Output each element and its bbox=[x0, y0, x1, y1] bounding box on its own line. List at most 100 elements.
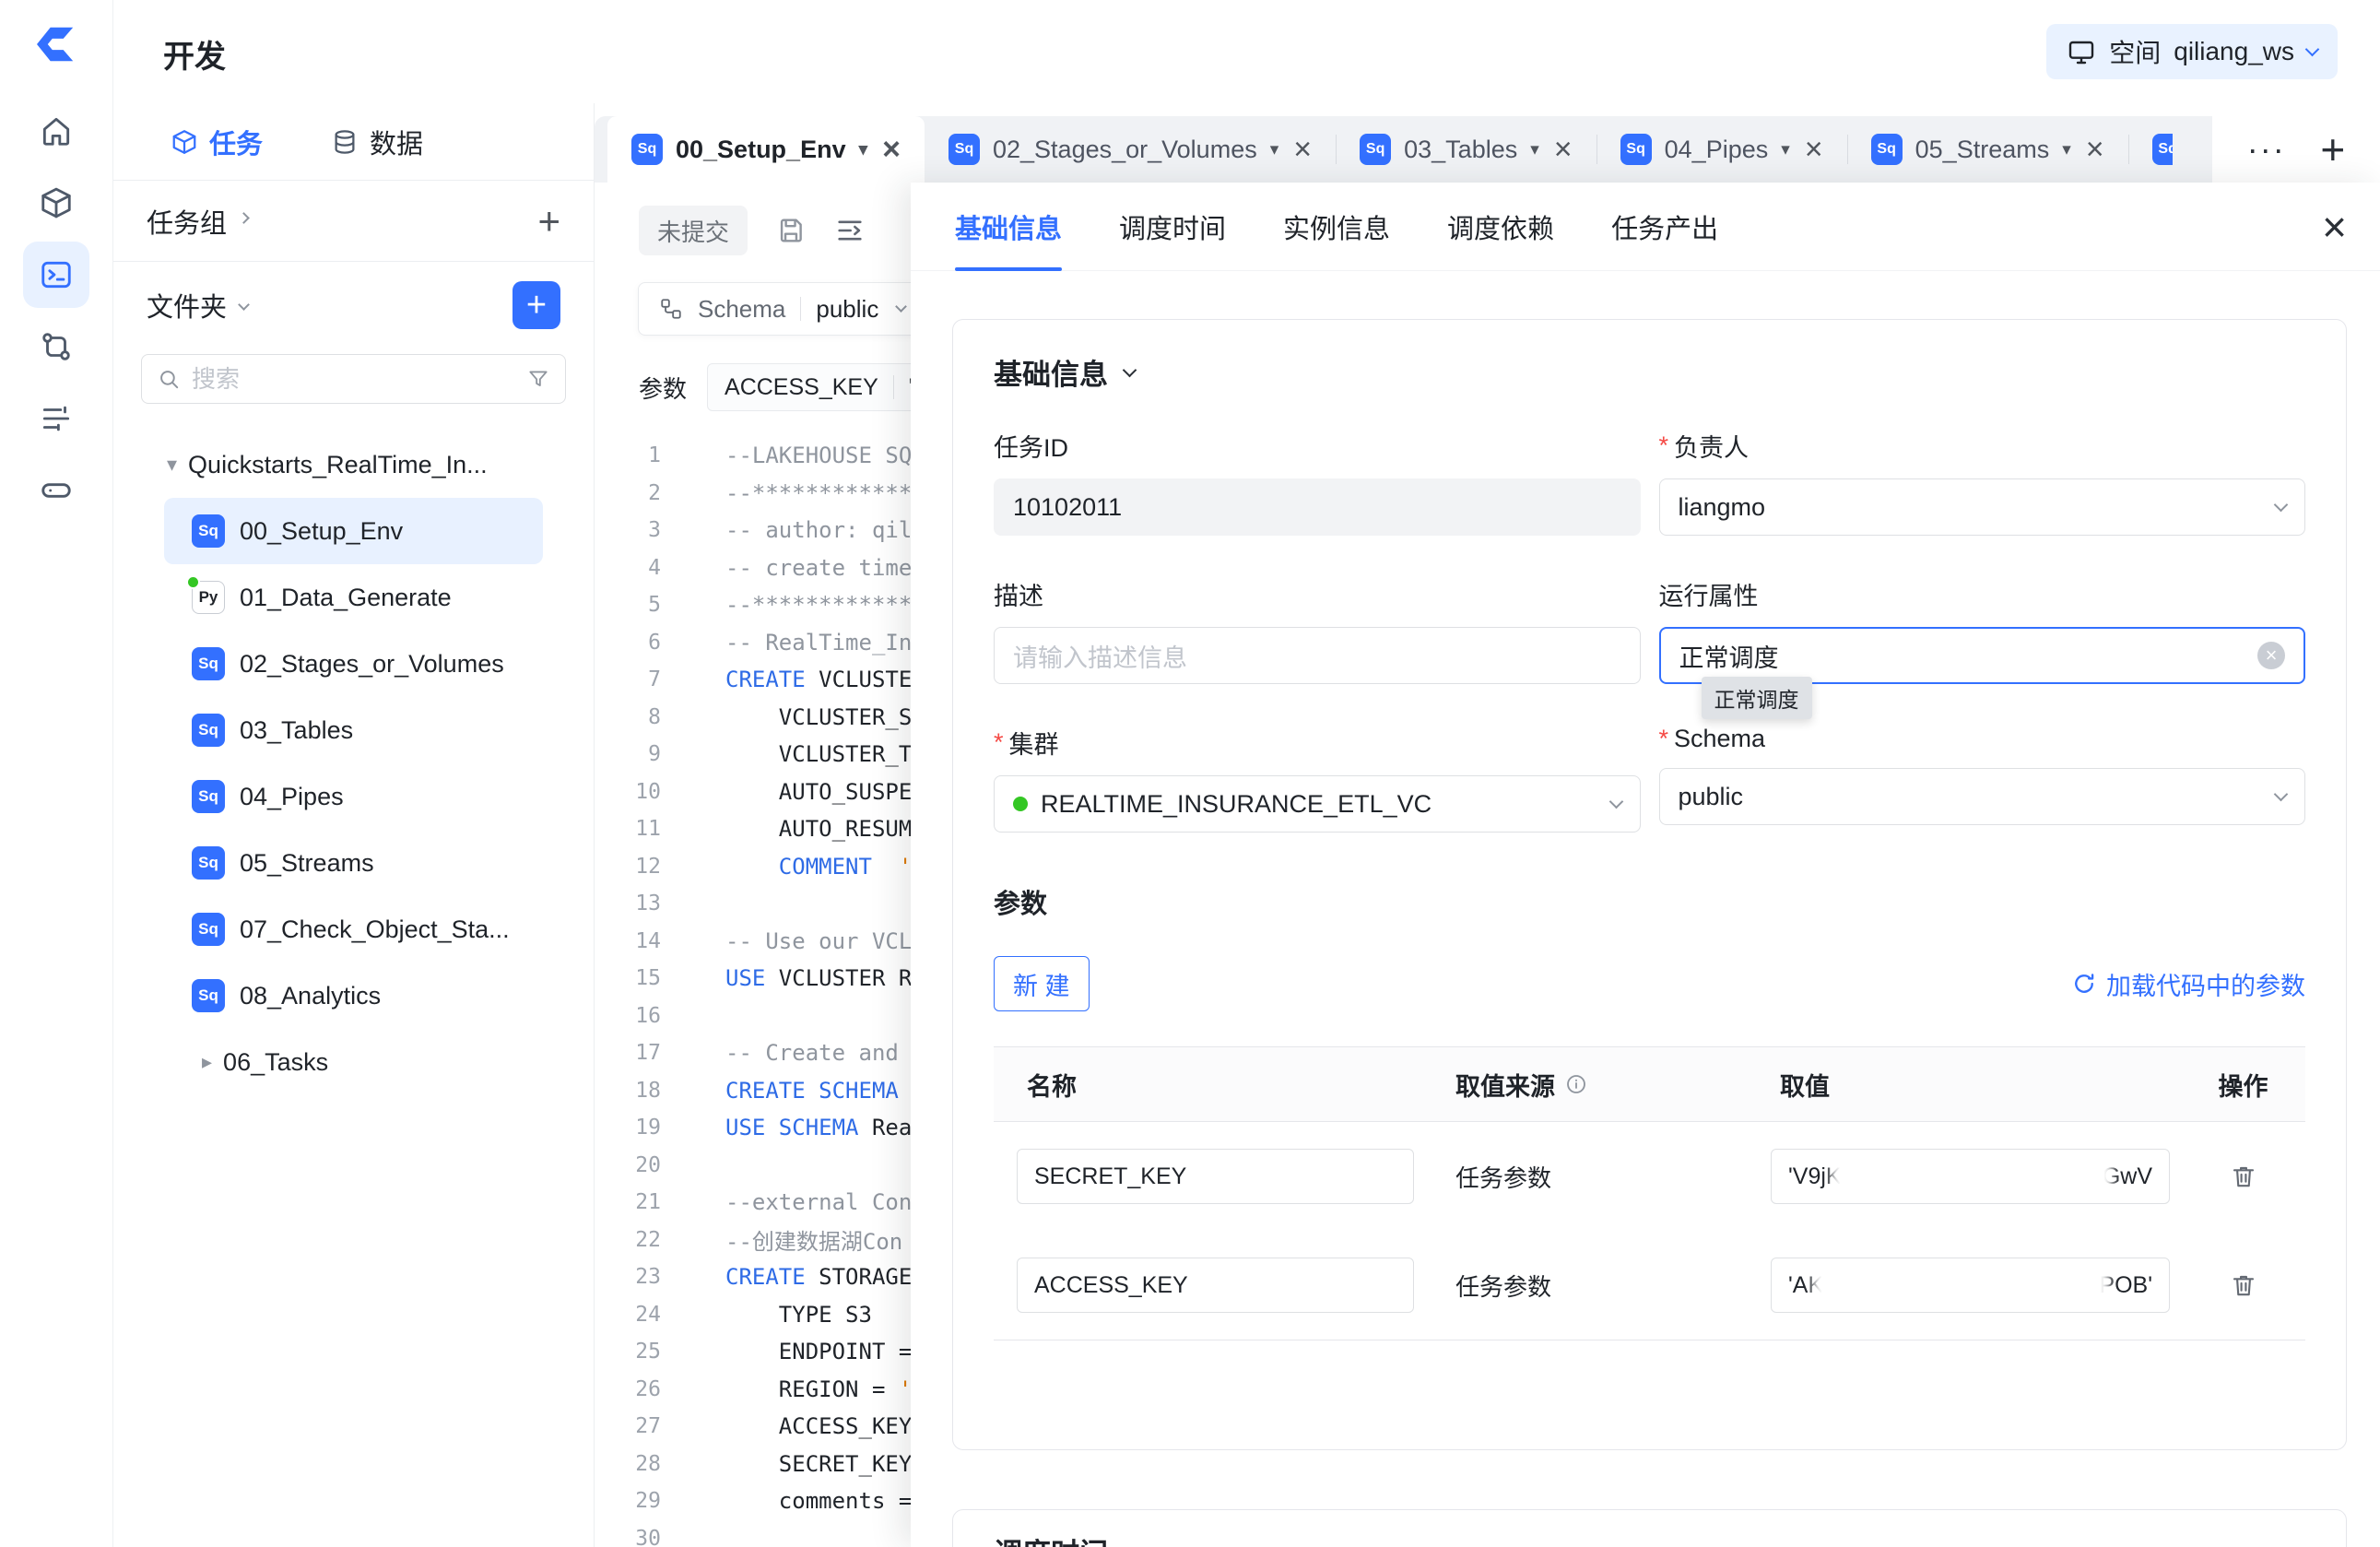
chevron-down-icon bbox=[2274, 497, 2289, 512]
tree-root-item[interactable]: ▾Quickstarts_RealTime_In... bbox=[113, 431, 594, 498]
close-panel-icon[interactable]: × bbox=[2322, 183, 2347, 271]
clear-input-icon[interactable]: × bbox=[2257, 642, 2285, 669]
delete-param-icon[interactable] bbox=[2229, 1270, 2258, 1300]
close-tab-icon[interactable]: × bbox=[882, 134, 901, 165]
panel-tab[interactable]: 实例信息 bbox=[1283, 183, 1390, 271]
caret-down-icon[interactable]: ▾ bbox=[1530, 139, 1539, 160]
param-name-input[interactable]: SECRET_KEY bbox=[1017, 1149, 1414, 1204]
panel-tab[interactable]: 任务产出 bbox=[1611, 183, 1718, 271]
new-tab-button[interactable]: + bbox=[2320, 128, 2345, 171]
tree-file-item[interactable]: Sq03_Tables bbox=[164, 697, 543, 763]
caret-down-icon[interactable]: ▾ bbox=[1270, 139, 1279, 160]
save-icon[interactable] bbox=[775, 215, 807, 246]
tab-label: 03_Tables bbox=[1404, 136, 1517, 164]
home-icon[interactable] bbox=[23, 98, 89, 164]
tree-file-item[interactable]: Sq02_Stages_or_Volumes bbox=[164, 631, 543, 697]
tab-label: 00_Setup_Env bbox=[676, 136, 846, 164]
new-param-button[interactable]: 新 建 bbox=[994, 956, 1090, 1011]
tab-label: 05_Streams bbox=[1915, 136, 2050, 164]
pipeline-icon[interactable] bbox=[23, 313, 89, 380]
param-value-input[interactable]: 'AKPOB' bbox=[1771, 1258, 2170, 1313]
sidebar-tab-data[interactable]: 数据 bbox=[331, 123, 423, 161]
tree-file-item[interactable]: Py01_Data_Generate bbox=[164, 564, 543, 631]
editor-tab[interactable]: Sq03_Tables▾× bbox=[1336, 116, 1596, 183]
line-number: 4 bbox=[595, 556, 661, 580]
topbar: 开发 空间 qiliang_ws bbox=[113, 0, 2380, 103]
close-tab-icon[interactable]: × bbox=[2086, 134, 2104, 165]
task-group-label: 任务组 bbox=[147, 202, 227, 241]
tree-file-item[interactable]: Sq05_Streams bbox=[164, 830, 543, 896]
field-owner: *负责人 liangmo bbox=[1659, 428, 2306, 536]
task-group-row[interactable]: 任务组 + bbox=[113, 181, 594, 262]
caret-down-icon[interactable]: ▾ bbox=[859, 139, 868, 160]
editor-tab[interactable]: Sq bbox=[2128, 116, 2173, 183]
divider bbox=[893, 375, 894, 399]
caret-down-icon[interactable]: ▾ bbox=[1781, 139, 1790, 160]
param-name-input[interactable]: ACCESS_KEY bbox=[1017, 1258, 1414, 1313]
tree-file-item[interactable]: Sq07_Check_Object_Sta... bbox=[164, 896, 543, 962]
line-number: 6 bbox=[595, 631, 661, 655]
sql-file-icon: Sq bbox=[192, 714, 225, 747]
schedule-section-header[interactable]: 调度时间 bbox=[994, 1530, 2305, 1547]
caret-right-icon: ▸ bbox=[202, 1050, 212, 1074]
params-table-body: SECRET_KEY任务参数'V9jKGwVACCESS_KEY任务参数'AKP… bbox=[994, 1122, 2305, 1340]
folder-row[interactable]: 文件夹 + bbox=[113, 262, 594, 348]
param-value-input[interactable]: 'V9jKGwV bbox=[1771, 1149, 2170, 1204]
description-input[interactable]: 请输入描述信息 bbox=[994, 627, 1641, 684]
tree-file-item[interactable]: Sq04_Pipes bbox=[164, 763, 543, 830]
redacted-blur bbox=[1821, 1269, 2101, 1302]
list-icon[interactable] bbox=[23, 385, 89, 452]
refresh-icon bbox=[2071, 971, 2097, 997]
tree-folder-item[interactable]: ▸ 06_Tasks bbox=[113, 1029, 594, 1095]
tree-file-item[interactable]: Sq08_Analytics bbox=[164, 962, 543, 1029]
schema-select[interactable]: public bbox=[1659, 768, 2306, 825]
tree-item-label: 06_Tasks bbox=[223, 1048, 328, 1077]
capsule-icon[interactable] bbox=[23, 457, 89, 524]
editor-tab[interactable]: Sq00_Setup_Env▾× bbox=[607, 116, 925, 183]
sidebar-tab-tasks[interactable]: 任务 bbox=[171, 123, 263, 161]
panel-tab[interactable]: 调度时间 bbox=[1119, 183, 1226, 271]
close-tab-icon[interactable]: × bbox=[1554, 134, 1573, 165]
database-icon bbox=[331, 128, 359, 156]
task-id-input[interactable]: 10102011 bbox=[994, 478, 1641, 536]
line-number: 30 bbox=[595, 1527, 661, 1547]
status-green-dot bbox=[1013, 797, 1028, 811]
add-task-group-button[interactable]: + bbox=[537, 202, 560, 241]
close-tab-icon[interactable]: × bbox=[1805, 134, 1823, 165]
editor-tab[interactable]: Sq04_Pipes▾× bbox=[1596, 116, 1847, 183]
panel-tab[interactable]: 调度依赖 bbox=[1447, 183, 1554, 271]
workspace-switcher[interactable]: 空间 qiliang_ws bbox=[2046, 24, 2338, 79]
chevron-down-icon bbox=[1123, 1542, 1137, 1547]
format-icon[interactable] bbox=[834, 215, 866, 246]
info-icon[interactable] bbox=[1564, 1072, 1588, 1096]
filter-icon[interactable] bbox=[526, 367, 550, 391]
run-attribute-value: 正常调度 bbox=[1679, 638, 1779, 674]
line-number: 9 bbox=[595, 742, 661, 766]
run-attribute-input[interactable]: 正常调度 × 正常调度 bbox=[1659, 627, 2306, 684]
line-number: 24 bbox=[595, 1303, 661, 1327]
editor-tab[interactable]: Sq02_Stages_or_Volumes▾× bbox=[925, 116, 1336, 183]
delete-param-icon[interactable] bbox=[2229, 1162, 2258, 1191]
basic-info-section-header[interactable]: 基础信息 bbox=[994, 351, 2305, 393]
field-label: 集群 bbox=[1009, 725, 1059, 761]
new-file-button[interactable]: + bbox=[513, 281, 560, 329]
editor-tab[interactable]: Sq05_Streams▾× bbox=[1847, 116, 2128, 183]
load-params-link[interactable]: 加载代码中的参数 bbox=[2071, 966, 2305, 1002]
caret-down-icon[interactable]: ▾ bbox=[2062, 139, 2071, 160]
tree-item-label: 01_Data_Generate bbox=[240, 584, 452, 612]
panel-tab[interactable]: 基础信息 bbox=[955, 183, 1062, 271]
owner-select[interactable]: liangmo bbox=[1659, 478, 2306, 536]
close-tab-icon[interactable]: × bbox=[1293, 134, 1312, 165]
search-input[interactable] bbox=[192, 365, 515, 394]
detail-panel: 基础信息调度时间实例信息调度依赖任务产出× 基础信息 任务ID 10102011 bbox=[911, 183, 2380, 1547]
terminal-icon[interactable] bbox=[23, 242, 89, 308]
panel-body: 基础信息 任务ID 10102011 *负责人 liangmo bbox=[911, 271, 2380, 1547]
tree-file-item[interactable]: Sq00_Setup_Env bbox=[164, 498, 543, 564]
app-root: 开发 空间 qiliang_ws 任务 数据 任务组 + 文件夹 + ▾Quick… bbox=[0, 0, 2380, 1547]
left-rail bbox=[0, 0, 113, 1547]
sql-file-icon: Sq bbox=[948, 134, 980, 165]
tree-item-label: 04_Pipes bbox=[240, 783, 344, 811]
cube-icon[interactable] bbox=[23, 170, 89, 236]
more-tabs-button[interactable]: ··· bbox=[2247, 133, 2286, 166]
cluster-select[interactable]: REALTIME_INSURANCE_ETL_VC bbox=[994, 775, 1641, 833]
